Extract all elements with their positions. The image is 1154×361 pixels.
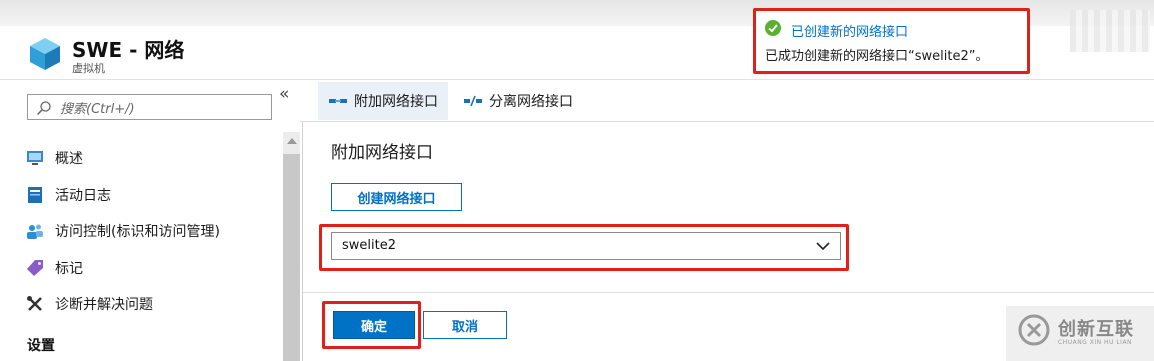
watermark-logo-icon <box>1018 314 1050 346</box>
sidebar: 搜索(Ctrl+/) « 概述 活动日志 访问控制(标识和访问管理) 标记 诊断… <box>0 80 300 361</box>
blade-divider <box>303 292 1154 293</box>
log-icon <box>26 186 44 204</box>
scroll-up-icon[interactable] <box>287 138 297 144</box>
search-icon <box>36 101 51 116</box>
sidebar-item-diagnose[interactable]: 诊断并解决问题 <box>26 286 281 323</box>
sidebar-item-overview[interactable]: 概述 <box>26 140 281 177</box>
notification-title: 已创建新的网络接口 <box>791 25 909 40</box>
sidebar-item-label: 诊断并解决问题 <box>55 297 153 314</box>
page-subtitle: 虚拟机 <box>72 62 105 75</box>
notification-message: 已成功创建新的网络接口“swelite2”。 <box>765 49 989 64</box>
virtual-machine-icon <box>30 38 60 70</box>
detach-nic-button[interactable]: 分离网络接口 <box>453 82 583 120</box>
create-nic-button[interactable]: 创建网络接口 <box>331 183 462 211</box>
monitor-icon <box>26 149 44 167</box>
sidebar-item-label: 访问控制(标识和访问管理) <box>55 224 220 241</box>
sidebar-item-activity-log[interactable]: 活动日志 <box>26 177 281 214</box>
attach-nic-label: 附加网络接口 <box>354 94 438 110</box>
page-title: SWE - 网络 <box>72 38 185 62</box>
people-icon <box>26 222 44 240</box>
sidebar-item-tags[interactable]: 标记 <box>26 250 281 287</box>
check-circle-icon <box>765 20 781 36</box>
collapse-sidebar-button[interactable]: « <box>279 84 289 104</box>
sidebar-item-access-control[interactable]: 访问控制(标识和访问管理) <box>26 213 281 250</box>
tag-icon <box>26 259 44 277</box>
sidebar-item-label: 活动日志 <box>55 187 111 204</box>
sidebar-menu: 概述 活动日志 访问控制(标识和访问管理) 标记 诊断并解决问题 <box>26 140 281 323</box>
sidebar-item-label: 概述 <box>55 151 83 168</box>
scroll-thumb[interactable] <box>283 154 300 361</box>
chevron-down-icon <box>816 242 830 251</box>
attach-icon <box>329 99 347 103</box>
detach-nic-label: 分离网络接口 <box>489 94 573 110</box>
ok-button[interactable]: 确定 <box>333 311 415 339</box>
watermark-text: 创新互联 <box>1058 319 1134 340</box>
wrench-icon <box>26 295 44 313</box>
sidebar-scrollbar[interactable] <box>283 132 300 361</box>
attach-nic-button[interactable]: 附加网络接口 <box>318 82 448 120</box>
watermark-subtext: CHUANG XIN HU LIAN <box>1058 339 1133 346</box>
search-input[interactable]: 搜索(Ctrl+/) <box>27 94 272 120</box>
blade-title: 附加网络接口 <box>331 143 433 163</box>
cancel-button[interactable]: 取消 <box>423 311 507 339</box>
nic-select[interactable]: swelite2 <box>331 232 841 260</box>
success-notification[interactable]: 已创建新的网络接口 已成功创建新的网络接口“swelite2”。 <box>756 10 1027 72</box>
command-toolbar: 附加网络接口 分离网络接口 <box>300 80 1154 122</box>
watermark: 创新互联 CHUANG XIN HU LIAN <box>1006 306 1154 361</box>
detach-icon <box>464 95 482 107</box>
section-header-settings: 设置 <box>27 338 55 354</box>
search-placeholder: 搜索(Ctrl+/) <box>60 102 135 117</box>
sidebar-item-label: 标记 <box>55 260 83 277</box>
nic-select-value: swelite2 <box>342 238 396 253</box>
blurred-area <box>1070 10 1150 52</box>
